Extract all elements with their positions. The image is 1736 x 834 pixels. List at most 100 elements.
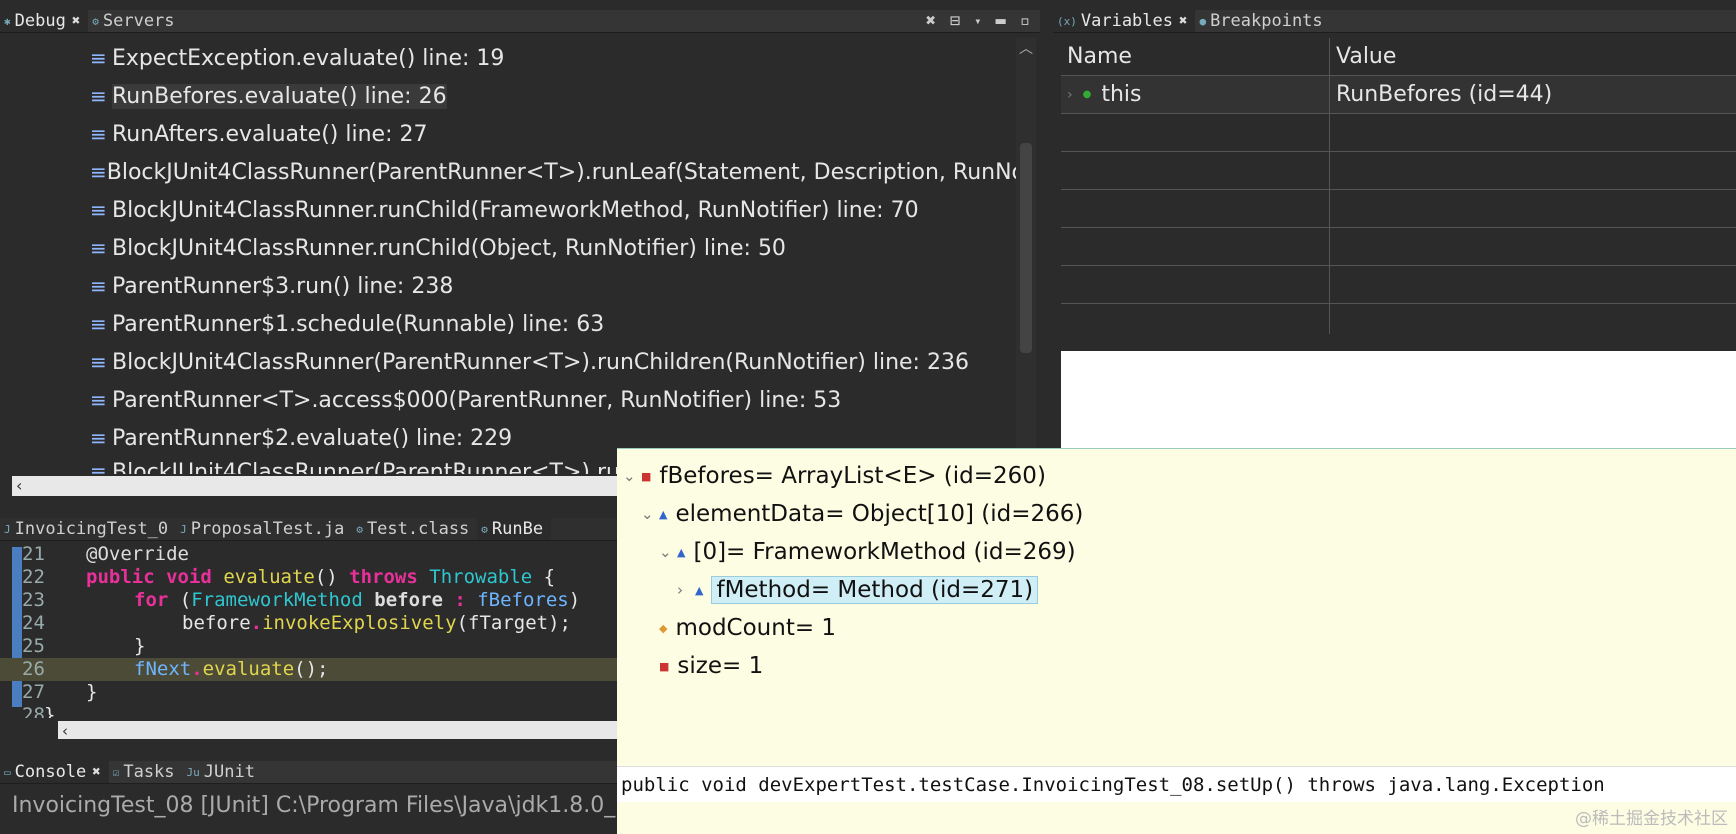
code-token: ( <box>456 612 469 634</box>
table-row <box>1061 114 1736 152</box>
field-icon: ■ <box>659 659 670 673</box>
editor-tab-label: Test.class <box>366 519 470 539</box>
console-launch-label: InvoicingTest_08 [JUnit] C:\Program File… <box>12 793 616 818</box>
stack-frame[interactable]: ≡ BlockJUnit4ClassRunner(ParentRunner<T>)… <box>90 346 1016 378</box>
tree-node[interactable]: › ▲ fMethod= Method (id=271) <box>677 573 1039 607</box>
stack-frame[interactable]: ≡ ParentRunner$1.schedule(Runnable) line:… <box>90 308 1016 340</box>
view-menu-icon[interactable]: ▾ <box>974 14 981 28</box>
tree-node[interactable]: ◆ modCount= 1 <box>641 611 836 645</box>
scroll-up-icon[interactable]: ︿ <box>1016 38 1036 58</box>
tab-breakpoints[interactable]: ● Breakpoints <box>1195 10 1330 32</box>
debug-icon: ✱ <box>4 14 11 28</box>
stack-frame-label: BlockJUnit4ClassRunner(ParentRunner<T>).… <box>112 349 969 375</box>
stack-frame-icon: ≡ <box>90 198 107 222</box>
code-editor[interactable]: 21 @Override 22 public void evaluate() thr… <box>0 543 620 718</box>
empty-cell <box>1061 266 1330 303</box>
code-text: before.invokeExplosively(fTarget); <box>44 612 571 634</box>
expand-icon[interactable]: › <box>677 581 695 599</box>
stack-frame-icon: ≡ <box>90 460 107 474</box>
tree-node-label: size= 1 <box>677 653 764 679</box>
tab-tasks[interactable]: ☑ Tasks <box>109 761 183 783</box>
tab-variables-label: Variables <box>1080 11 1173 31</box>
tab-servers[interactable]: ⚙ Servers <box>88 10 182 32</box>
remove-terminated-icon[interactable]: ✖ <box>926 11 936 31</box>
stack-frame[interactable]: ≡ RunBefores.evaluate() line: 26 <box>90 80 1016 112</box>
keyword: for <box>134 589 169 611</box>
tree-node[interactable]: ⌄ ▲ [0]= FrameworkMethod (id=269) <box>659 535 1076 569</box>
stack-frame[interactable]: ≡ RunAfters.evaluate() line: 27 <box>90 118 1016 150</box>
tab-junit[interactable]: Ju JUnit <box>183 761 263 783</box>
line-number: 22 <box>22 566 45 588</box>
column-value[interactable]: Value <box>1330 38 1736 75</box>
scroll-left-icon[interactable]: ‹ <box>58 722 68 740</box>
stack-frame[interactable]: ≡ BlockJUnit4ClassRunner(ParentRunner<T>)… <box>90 156 1016 188</box>
line-number: 27 <box>22 681 45 703</box>
tab-invoicingtest[interactable]: J InvoicingTest_0 <box>0 518 176 540</box>
stack-frame-icon: ≡ <box>90 84 107 108</box>
stack-frame-label: ParentRunner$1.schedule(Runnable) line: … <box>112 311 605 337</box>
line-number: 21 <box>22 543 45 565</box>
stack-frame[interactable]: ≡ BlockJUnit4ClassRunner.runChild(Framewo… <box>90 194 1016 226</box>
editor-hscrollbar[interactable]: ‹ <box>58 721 617 740</box>
tree-node[interactable]: ⌄ ■ fBefores= ArrayList<E> (id=260) <box>623 459 1046 493</box>
code-line: 24 before.invokeExplosively(fTarget); <box>0 612 620 635</box>
variable-detail-pane[interactable] <box>1061 351 1736 448</box>
line-number: 23 <box>22 589 45 611</box>
stack-frame-icon: ≡ <box>90 350 107 374</box>
method-name: evaluate <box>223 566 315 588</box>
tab-test-class[interactable]: ⚙ Test.class <box>352 518 477 540</box>
empty-cell <box>1330 114 1736 151</box>
tab-variables[interactable]: (x) Variables ✖ <box>1053 10 1196 32</box>
table-row <box>1061 228 1736 266</box>
tree-node[interactable]: ■ size= 1 <box>641 649 763 683</box>
stack-frame-icon: ≡ <box>90 274 107 298</box>
tab-debug[interactable]: ✱ Debug ✖ <box>0 10 89 32</box>
stack-frame[interactable]: ≡ ParentRunner$3.run() line: 238 <box>90 270 1016 302</box>
field-icon: ▲ <box>659 507 668 521</box>
stack-frame-label: BlockJUnit4ClassRunner(ParentRunner<T>).… <box>106 159 1016 185</box>
stack-frame[interactable]: ≡ ParentRunner<T>.access$000(ParentRunner… <box>90 384 1016 416</box>
tab-proposaltest[interactable]: J ProposalTest.ja <box>176 518 352 540</box>
empty-cell <box>1061 152 1330 189</box>
tab-tasks-label: Tasks <box>123 762 175 782</box>
variables-icon: (x) <box>1057 14 1077 28</box>
empty-cell <box>1330 228 1736 265</box>
tab-console[interactable]: ▭ Console ✖ <box>0 761 109 783</box>
expand-icon[interactable]: ⌄ <box>623 467 641 485</box>
empty-cell <box>1061 228 1330 265</box>
expand-icon[interactable]: ⌄ <box>659 543 677 561</box>
minimize-icon[interactable]: ▬ <box>996 11 1006 31</box>
code-text: } <box>44 704 56 718</box>
expand-icon[interactable]: ⌄ <box>641 505 659 523</box>
stack-frame-icon: ≡ <box>90 46 107 70</box>
empty-cell <box>1061 190 1330 227</box>
field-icon: ■ <box>641 469 652 483</box>
maximize-icon[interactable]: ▫ <box>1020 11 1030 31</box>
code-token: () <box>314 566 350 588</box>
keyword: public <box>86 566 155 588</box>
table-row[interactable]: › ● this RunBefores (id=44) <box>1061 76 1736 114</box>
code-token: . <box>191 658 203 680</box>
stack-frame[interactable]: ≡ BlockJUnit4ClassRunner.runChild(Object,… <box>90 232 1016 264</box>
stack-frame[interactable]: ≡ ExpectException.evaluate() line: 19 <box>90 42 1016 74</box>
tree-node-label: modCount= 1 <box>675 615 837 641</box>
keyword: throws <box>349 566 418 588</box>
code-token: ) <box>568 589 581 611</box>
variables-table: Name Value › ● this RunBefores (id=44) <box>1061 38 1736 334</box>
scroll-thumb[interactable] <box>1020 143 1032 353</box>
close-icon[interactable]: ✖ <box>92 764 100 780</box>
tree-node[interactable]: ⌄ ▲ elementData= Object[10] (id=266) <box>641 497 1083 531</box>
scroll-left-icon[interactable]: ‹ <box>12 476 22 495</box>
console-tabbar: ▭ Console ✖ ☑ Tasks Ju JUnit <box>0 761 617 784</box>
debug-scrollbar[interactable]: ︿ <box>1016 38 1036 478</box>
column-name[interactable]: Name <box>1061 38 1330 75</box>
close-icon[interactable]: ✖ <box>72 13 80 29</box>
junit-icon: Ju <box>186 765 200 779</box>
tab-runbefores[interactable]: ⚙ RunBe <box>477 518 552 540</box>
table-row <box>1061 190 1736 228</box>
expand-icon[interactable]: › <box>1067 87 1073 103</box>
close-icon[interactable]: ✖ <box>1179 13 1187 29</box>
collapse-icon[interactable]: ⊟ <box>950 11 960 31</box>
breakpoints-icon: ● <box>1199 14 1207 28</box>
